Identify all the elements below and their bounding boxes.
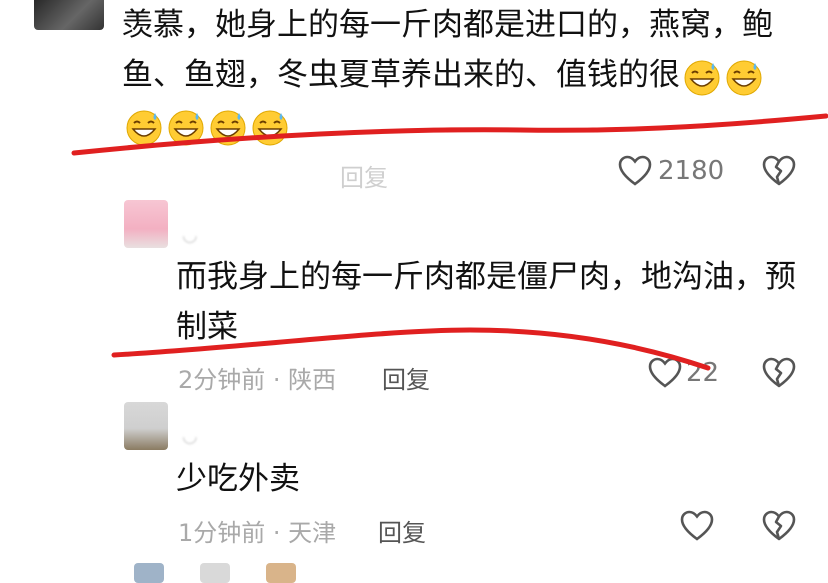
avatar[interactable] bbox=[124, 402, 168, 450]
username-blurred: ◡ bbox=[182, 225, 198, 246]
grinning-sweat-emoji-icon bbox=[726, 60, 762, 95]
broken-heart-icon[interactable] bbox=[762, 155, 796, 187]
comment-body: 羡慕，她身上的每一斤肉都是进口的，燕窝，鲍鱼、鱼翅，冬虫夏草养出来的、值钱的很 bbox=[122, 7, 773, 93]
comment-text: 羡慕，她身上的每一斤肉都是进口的，燕窝，鲍鱼、鱼翅，冬虫夏草养出来的、值钱的很 bbox=[122, 0, 802, 150]
grinning-sweat-emoji-icon bbox=[168, 110, 204, 145]
avatar[interactable] bbox=[34, 0, 104, 30]
reply-button[interactable]: 回复 bbox=[382, 360, 430, 395]
grinning-sweat-emoji-icon bbox=[684, 60, 720, 95]
like-count: 2180 bbox=[658, 156, 725, 186]
avatar[interactable] bbox=[266, 563, 296, 583]
username-blurred: ◡ bbox=[182, 426, 198, 447]
comment-meta: 2分钟前 · 陕西 bbox=[178, 366, 337, 394]
like-count: 22 bbox=[686, 358, 720, 388]
comment-text: 而我身上的每一斤肉都是僵尸肉，地沟油，预制菜 bbox=[176, 259, 796, 345]
grinning-sweat-emoji-icon bbox=[210, 110, 246, 145]
broken-heart-icon[interactable] bbox=[762, 357, 796, 389]
avatar[interactable] bbox=[124, 200, 168, 248]
reply-button[interactable]: 回复 bbox=[340, 158, 388, 193]
comment-text: 少吃外卖 bbox=[176, 461, 300, 497]
heart-outline-icon[interactable] bbox=[680, 510, 714, 542]
heart-outline-icon[interactable] bbox=[618, 155, 652, 187]
reply-button[interactable]: 回复 bbox=[378, 513, 426, 548]
avatar[interactable] bbox=[200, 563, 230, 583]
heart-outline-icon[interactable] bbox=[648, 357, 682, 389]
grinning-sweat-emoji-icon bbox=[252, 110, 288, 145]
grinning-sweat-emoji-icon bbox=[126, 110, 162, 145]
comment-meta: 1分钟前 · 天津 bbox=[178, 519, 337, 547]
avatar[interactable] bbox=[134, 563, 164, 583]
broken-heart-icon[interactable] bbox=[762, 510, 796, 542]
